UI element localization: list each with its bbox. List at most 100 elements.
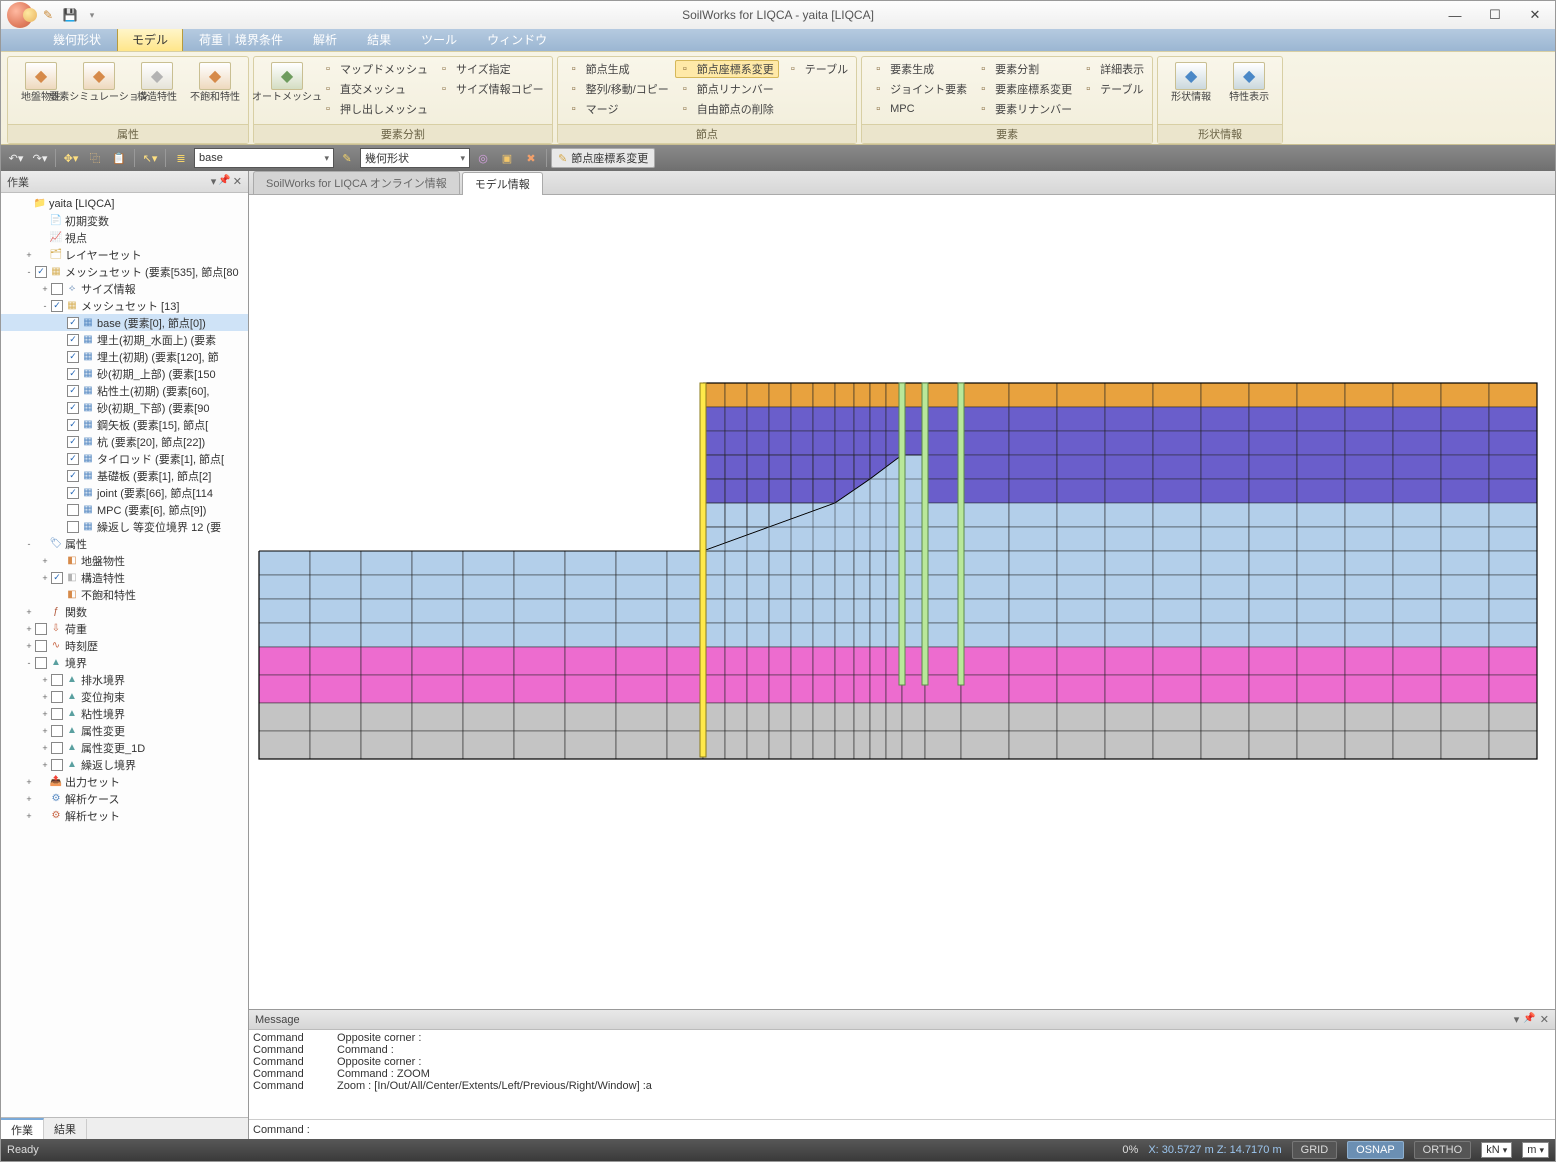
command-input[interactable] <box>314 1123 1551 1136</box>
tree-twisty-icon[interactable]: + <box>23 250 35 260</box>
tree-node[interactable]: ✓▦joint (要素[66], 節点[114 <box>1 484 248 501</box>
tree-twisty-icon[interactable]: + <box>39 556 51 566</box>
tree-checkbox[interactable]: ✓ <box>51 300 63 312</box>
status-osnap-button[interactable]: OSNAP <box>1347 1141 1404 1159</box>
tree-twisty-icon[interactable]: + <box>39 760 51 770</box>
status-ortho-button[interactable]: ORTHO <box>1414 1141 1472 1159</box>
tree-twisty-icon[interactable]: - <box>23 658 35 668</box>
ribbon-tab-4[interactable]: 結果 <box>353 28 405 51</box>
ribbon-small-1-1-1[interactable]: ▫サイズ情報コピー <box>434 80 546 98</box>
close-button[interactable]: ✕ <box>1515 5 1555 25</box>
ribbon-tab-1[interactable]: モデル <box>117 27 183 51</box>
message-pin-icon[interactable]: 📌 <box>1523 1013 1535 1026</box>
tree-twisty-icon[interactable]: + <box>39 573 51 583</box>
view-zoomext-icon[interactable]: ◎ <box>472 148 494 168</box>
ribbon-small-1-0-1[interactable]: ▫サイズ指定 <box>434 60 546 78</box>
tree-twisty-icon[interactable]: - <box>39 301 51 311</box>
layer-select[interactable]: base▾ <box>194 148 334 168</box>
tree-checkbox[interactable] <box>67 504 79 516</box>
tree-node[interactable]: ▦繰返し 等変位境界 12 (要 <box>1 518 248 535</box>
ribbon-small-2-0-0[interactable]: ▫節点生成 <box>564 60 671 78</box>
ribbon-big-0-2[interactable]: ◆構造特性 <box>130 60 184 105</box>
tree-node[interactable]: ◧不飽和特性 <box>1 586 248 603</box>
message-close-icon[interactable]: ✕ <box>1540 1013 1549 1026</box>
ribbon-big-4-1[interactable]: ◆特性表示 <box>1222 60 1276 105</box>
min-button[interactable]: — <box>1435 5 1475 25</box>
active-tool-chip[interactable]: ✎ 節点座標系変更 <box>551 148 655 168</box>
ribbon-tab-5[interactable]: ツール <box>407 28 471 51</box>
tree-node[interactable]: ✓▦鋼矢板 (要素[15], 節点[ <box>1 416 248 433</box>
tree-node[interactable]: +ƒ関数 <box>1 603 248 620</box>
tree-node[interactable]: ✓▦基礎板 (要素[1], 節点[2] <box>1 467 248 484</box>
tree-node[interactable]: ✓▦砂(初期_上部) (要素[150 <box>1 365 248 382</box>
tree-node[interactable]: 📈視点 <box>1 229 248 246</box>
tree-node[interactable]: 📄初期変数 <box>1 212 248 229</box>
tree-node[interactable]: +▲繰返し境界 <box>1 756 248 773</box>
tree-node[interactable]: -✓▦メッシュセット (要素[535], 節点[80 <box>1 263 248 280</box>
tree-checkbox[interactable] <box>51 708 63 720</box>
max-button[interactable]: ☐ <box>1475 5 1515 25</box>
ribbon-small-1-2-0[interactable]: ▫押し出しメッシュ <box>318 100 430 118</box>
tree-twisty-icon[interactable]: + <box>23 811 35 821</box>
tree-checkbox[interactable]: ✓ <box>67 334 79 346</box>
tree-checkbox[interactable]: ✓ <box>67 436 79 448</box>
tree-node[interactable]: +∿時刻歴 <box>1 637 248 654</box>
tree-node[interactable]: +⚙解析セット <box>1 807 248 824</box>
ribbon-tab-6[interactable]: ウィンドウ <box>473 28 561 51</box>
ribbon-tab-3[interactable]: 解析 <box>299 28 351 51</box>
tree-twisty-icon[interactable]: + <box>23 624 35 634</box>
tree-node[interactable]: ✓▦埋土(初期) (要素[120], 節 <box>1 348 248 365</box>
ribbon-small-1-1-0[interactable]: ▫直交メッシュ <box>318 80 430 98</box>
ribbon-small-2-0-1[interactable]: ▫節点座標系変更 <box>675 60 779 78</box>
tree-twisty-icon[interactable]: + <box>39 675 51 685</box>
doc-tab-1[interactable]: モデル情報 <box>462 172 543 195</box>
model-tree[interactable]: 📁yaita [LIQCA]📄初期変数📈視点+🗂レイヤーセット-✓▦メッシュセッ… <box>1 193 248 1117</box>
tree-node[interactable]: -▲境界 <box>1 654 248 671</box>
tree-twisty-icon[interactable]: + <box>23 777 35 787</box>
tree-node[interactable]: +▲排水境界 <box>1 671 248 688</box>
tree-node[interactable]: +◧地盤物性 <box>1 552 248 569</box>
tree-checkbox[interactable] <box>35 640 47 652</box>
work-tab-0[interactable]: 作業 <box>1 1118 44 1140</box>
ribbon-small-3-2-0[interactable]: ▫MPC <box>868 100 969 118</box>
message-dropdown-icon[interactable]: ▾ <box>1514 1013 1520 1026</box>
tree-node[interactable]: +⟡サイズ情報 <box>1 280 248 297</box>
tree-checkbox[interactable] <box>51 674 63 686</box>
tree-checkbox[interactable] <box>51 691 63 703</box>
tree-twisty-icon[interactable]: - <box>23 539 35 549</box>
work-tab-1[interactable]: 結果 <box>44 1119 87 1139</box>
view-box-icon[interactable]: ▣ <box>496 148 518 168</box>
tree-node[interactable]: ✓▦砂(初期_下部) (要素[90 <box>1 399 248 416</box>
layer-settings-icon[interactable]: ✎ <box>336 148 358 168</box>
tree-node[interactable]: +▲属性変更 <box>1 722 248 739</box>
tree-twisty-icon[interactable]: + <box>23 607 35 617</box>
qat-open-icon[interactable]: ✎ <box>39 6 57 24</box>
tree-node[interactable]: +⇩荷重 <box>1 620 248 637</box>
qat-save-icon[interactable]: 💾 <box>61 6 79 24</box>
ribbon-big-4-0[interactable]: ◆形状情報 <box>1164 60 1218 105</box>
tree-checkbox[interactable] <box>51 725 63 737</box>
ribbon-small-3-0-0[interactable]: ▫要素生成 <box>868 60 969 78</box>
tree-node[interactable]: -✓▦メッシュセット [13] <box>1 297 248 314</box>
tree-twisty-icon[interactable]: + <box>39 709 51 719</box>
ribbon-small-3-1-2[interactable]: ▫テーブル <box>1078 80 1146 98</box>
tree-node[interactable]: +🗂レイヤーセット <box>1 246 248 263</box>
model-viewport[interactable] <box>249 195 1555 1009</box>
ribbon-small-3-1-0[interactable]: ▫ジョイント要素 <box>868 80 969 98</box>
ribbon-small-2-2-0[interactable]: ▫マージ <box>564 100 671 118</box>
tree-checkbox[interactable]: ✓ <box>67 487 79 499</box>
ribbon-big-0-3[interactable]: ◆不飽和特性 <box>188 60 242 105</box>
ribbon-small-2-0-2[interactable]: ▫テーブル <box>783 60 850 78</box>
tree-twisty-icon[interactable]: + <box>23 794 35 804</box>
tree-node[interactable]: +▲属性変更_1D <box>1 739 248 756</box>
doc-tab-0[interactable]: SoilWorks for LIQCA オンライン情報 <box>253 171 460 194</box>
tree-twisty-icon[interactable]: + <box>39 726 51 736</box>
ribbon-small-2-2-1[interactable]: ▫自由節点の削除 <box>675 100 779 118</box>
tool-select-icon[interactable]: ✥▾ <box>60 148 82 168</box>
ribbon-small-3-1-1[interactable]: ▫要素座標系変更 <box>973 80 1074 98</box>
tree-twisty-icon[interactable]: + <box>39 743 51 753</box>
tree-node[interactable]: ▦MPC (要素[6], 節点[9]) <box>1 501 248 518</box>
tree-checkbox[interactable]: ✓ <box>51 572 63 584</box>
ribbon-big-1-0[interactable]: ◆オートメッシュ <box>260 60 314 105</box>
tree-checkbox[interactable]: ✓ <box>67 351 79 363</box>
